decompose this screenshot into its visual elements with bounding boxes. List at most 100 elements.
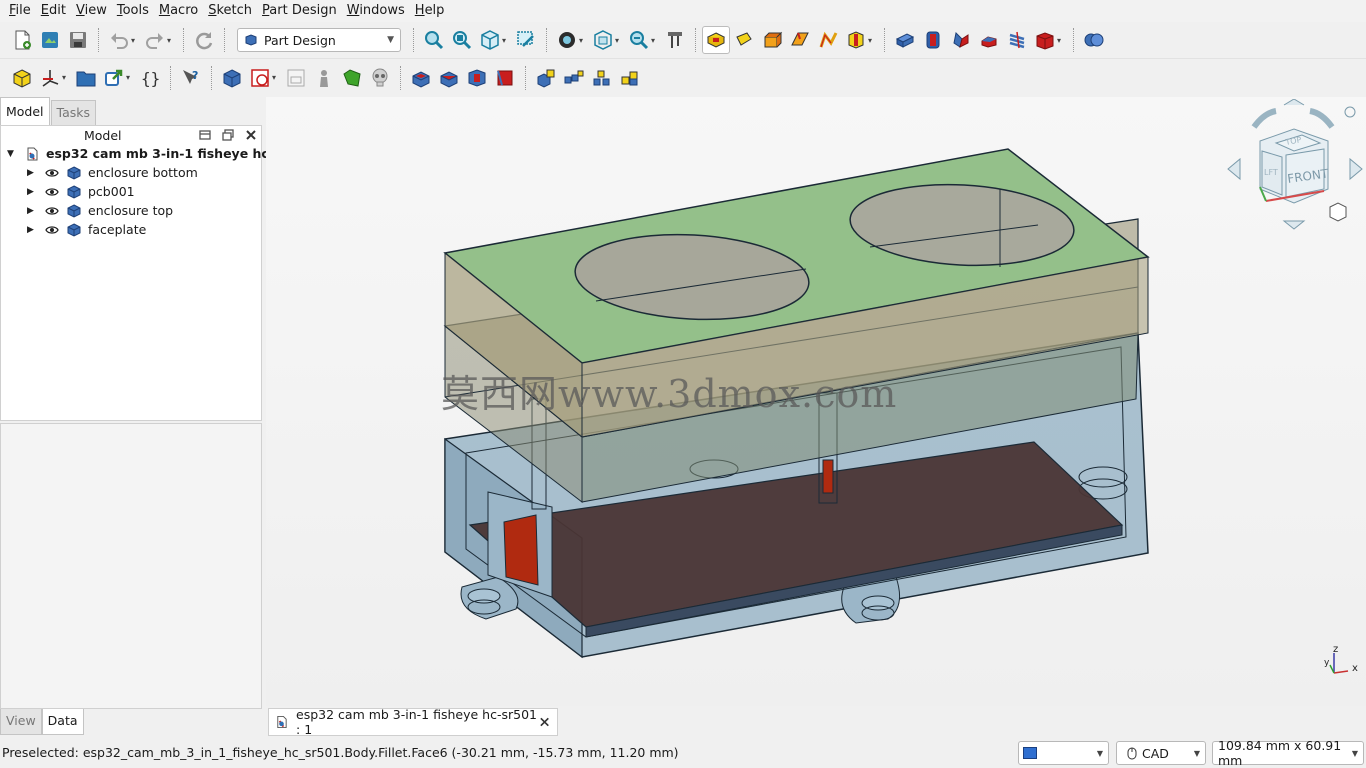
attach-sketch-button[interactable] xyxy=(338,64,366,92)
dimension-display[interactable]: 109.84 mm x 60.91 mm ▼ xyxy=(1212,738,1364,768)
eye-icon[interactable] xyxy=(45,168,59,178)
menu-sketch[interactable]: Sketch xyxy=(203,0,257,22)
new-body-button[interactable] xyxy=(218,64,246,92)
rotate-right-icon[interactable] xyxy=(1309,108,1335,129)
undo-button[interactable] xyxy=(105,26,133,54)
mirrored-button[interactable] xyxy=(532,64,560,92)
tab-tasks[interactable]: Tasks xyxy=(50,100,97,125)
menu-edit[interactable]: Edit xyxy=(36,0,71,22)
pocket-button[interactable] xyxy=(407,64,435,92)
tree-root[interactable]: ▼ esp32 cam mb 3-in-1 fisheye hc-sr5... xyxy=(1,144,311,163)
group-button[interactable] xyxy=(72,64,100,92)
menu-macro[interactable]: Macro xyxy=(154,0,203,22)
eye-icon[interactable] xyxy=(45,225,59,235)
draw-style-selector[interactable]: ▼ xyxy=(1018,741,1109,765)
reorient-sketch-button[interactable] xyxy=(366,64,394,92)
nav-menu-icon[interactable] xyxy=(1344,106,1356,118)
sub-shape-binder-button[interactable] xyxy=(786,26,814,54)
float-icon[interactable] xyxy=(221,128,235,142)
revolution-button[interactable] xyxy=(919,26,947,54)
part-button[interactable] xyxy=(8,64,36,92)
3d-view[interactable]: 莫西网www.3dmox.com TOP FRONT LFT z x y xyxy=(266,97,1366,706)
additive-primitive-button[interactable] xyxy=(1031,26,1059,54)
expand-right-icon[interactable]: ▶ xyxy=(27,168,34,178)
navigation-cube[interactable]: TOP FRONT LFT xyxy=(1224,99,1366,239)
additive-loft-button[interactable] xyxy=(947,26,975,54)
nav-arrow-right-icon[interactable] xyxy=(1349,157,1363,181)
nav-arrow-left-icon[interactable] xyxy=(1227,157,1241,181)
save-button[interactable] xyxy=(64,26,92,54)
document-tab-label: esp32 cam mb 3-in-1 fisheye hc-sr501 : 1 xyxy=(296,707,537,737)
menu-help[interactable]: Help xyxy=(410,0,450,22)
navigation-style-selector[interactable]: CAD ▼ xyxy=(1116,741,1206,765)
std-views-button[interactable] xyxy=(476,26,504,54)
menu-part-design[interactable]: Part Design xyxy=(257,0,342,22)
polar-pattern-button[interactable] xyxy=(588,64,616,92)
groove-button[interactable] xyxy=(463,64,491,92)
validate-sketch-button[interactable] xyxy=(282,64,310,92)
box-zoom-button[interactable] xyxy=(512,26,540,54)
expand-right-icon[interactable]: ▶ xyxy=(27,206,34,216)
fit-all-button[interactable] xyxy=(420,26,448,54)
pad-button[interactable] xyxy=(891,26,919,54)
variable-set-button[interactable]: {} xyxy=(136,64,164,92)
mirror-sketch-button[interactable] xyxy=(310,64,338,92)
collapse-icon[interactable] xyxy=(198,128,212,142)
body-icon xyxy=(67,203,81,218)
view-menu-cube-icon[interactable] xyxy=(1329,202,1347,222)
subtractive-primitive-button[interactable] xyxy=(491,64,519,92)
linear-pattern-button[interactable] xyxy=(560,64,588,92)
refresh-button[interactable] xyxy=(190,26,218,54)
datum-button[interactable] xyxy=(842,26,870,54)
close-tab-icon[interactable] xyxy=(539,716,550,728)
close-icon[interactable] xyxy=(244,128,258,142)
tab-model[interactable]: Model xyxy=(0,97,50,125)
document-tab[interactable]: esp32 cam mb 3-in-1 fisheye hc-sr501 : 1 xyxy=(268,707,558,737)
bounding-box-button[interactable] xyxy=(589,26,617,54)
redo-button[interactable] xyxy=(141,26,169,54)
sketch-icon xyxy=(819,31,838,48)
sketch-button[interactable] xyxy=(814,26,842,54)
eye-icon[interactable] xyxy=(45,206,59,216)
tab-view[interactable]: View xyxy=(0,709,42,735)
multi-transform-button[interactable] xyxy=(616,64,644,92)
shape-binder-button[interactable] xyxy=(730,26,758,54)
new-sketch-button[interactable] xyxy=(246,64,274,92)
eye-icon[interactable] xyxy=(45,187,59,197)
tab-data[interactable]: Data xyxy=(41,709,84,735)
new-document-button[interactable] xyxy=(8,26,36,54)
menu-windows[interactable]: Windows xyxy=(342,0,410,22)
clone-button[interactable] xyxy=(758,26,786,54)
datum-axes-button[interactable] xyxy=(36,64,64,92)
link-button[interactable] xyxy=(100,64,128,92)
menu-view[interactable]: View xyxy=(71,0,112,22)
nav-arrow-down-icon[interactable] xyxy=(1282,220,1306,230)
menu-file-rest: ile xyxy=(15,3,31,18)
measure-button[interactable] xyxy=(661,26,689,54)
draw-style-button[interactable] xyxy=(553,26,581,54)
expand-down-icon[interactable]: ▼ xyxy=(7,149,14,159)
fit-selection-button[interactable] xyxy=(448,26,476,54)
workbench-selector[interactable]: Part Design ▼ xyxy=(237,28,401,52)
nav-arrow-up-icon[interactable] xyxy=(1283,99,1305,106)
tree-item[interactable]: ▶ faceplate xyxy=(1,220,261,239)
tree-item[interactable]: ▶ pcb001 xyxy=(1,182,261,201)
additive-pipe-button[interactable] xyxy=(975,26,1003,54)
status-bar: Preselected: esp32_cam_mb_3_in_1_fisheye… xyxy=(0,738,1366,768)
menu-tools[interactable]: Tools xyxy=(112,0,154,22)
tree-item[interactable]: ▶ enclosure bottom xyxy=(1,163,261,182)
boolean-button[interactable] xyxy=(1080,26,1108,54)
zoom-button[interactable] xyxy=(625,26,653,54)
rotate-left-icon[interactable] xyxy=(1251,108,1277,129)
whats-this-button[interactable]: ? xyxy=(177,64,205,92)
expand-right-icon[interactable]: ▶ xyxy=(27,225,34,235)
open-button[interactable] xyxy=(36,26,64,54)
measure-icon xyxy=(668,32,682,48)
menu-file[interactable]: File xyxy=(4,0,36,22)
tree-item[interactable]: ▶ enclosure top xyxy=(1,201,261,220)
property-panel[interactable] xyxy=(0,423,262,709)
create-body-button[interactable] xyxy=(702,26,730,54)
expand-right-icon[interactable]: ▶ xyxy=(27,187,34,197)
additive-helix-button[interactable] xyxy=(1003,26,1031,54)
hole-button[interactable] xyxy=(435,64,463,92)
